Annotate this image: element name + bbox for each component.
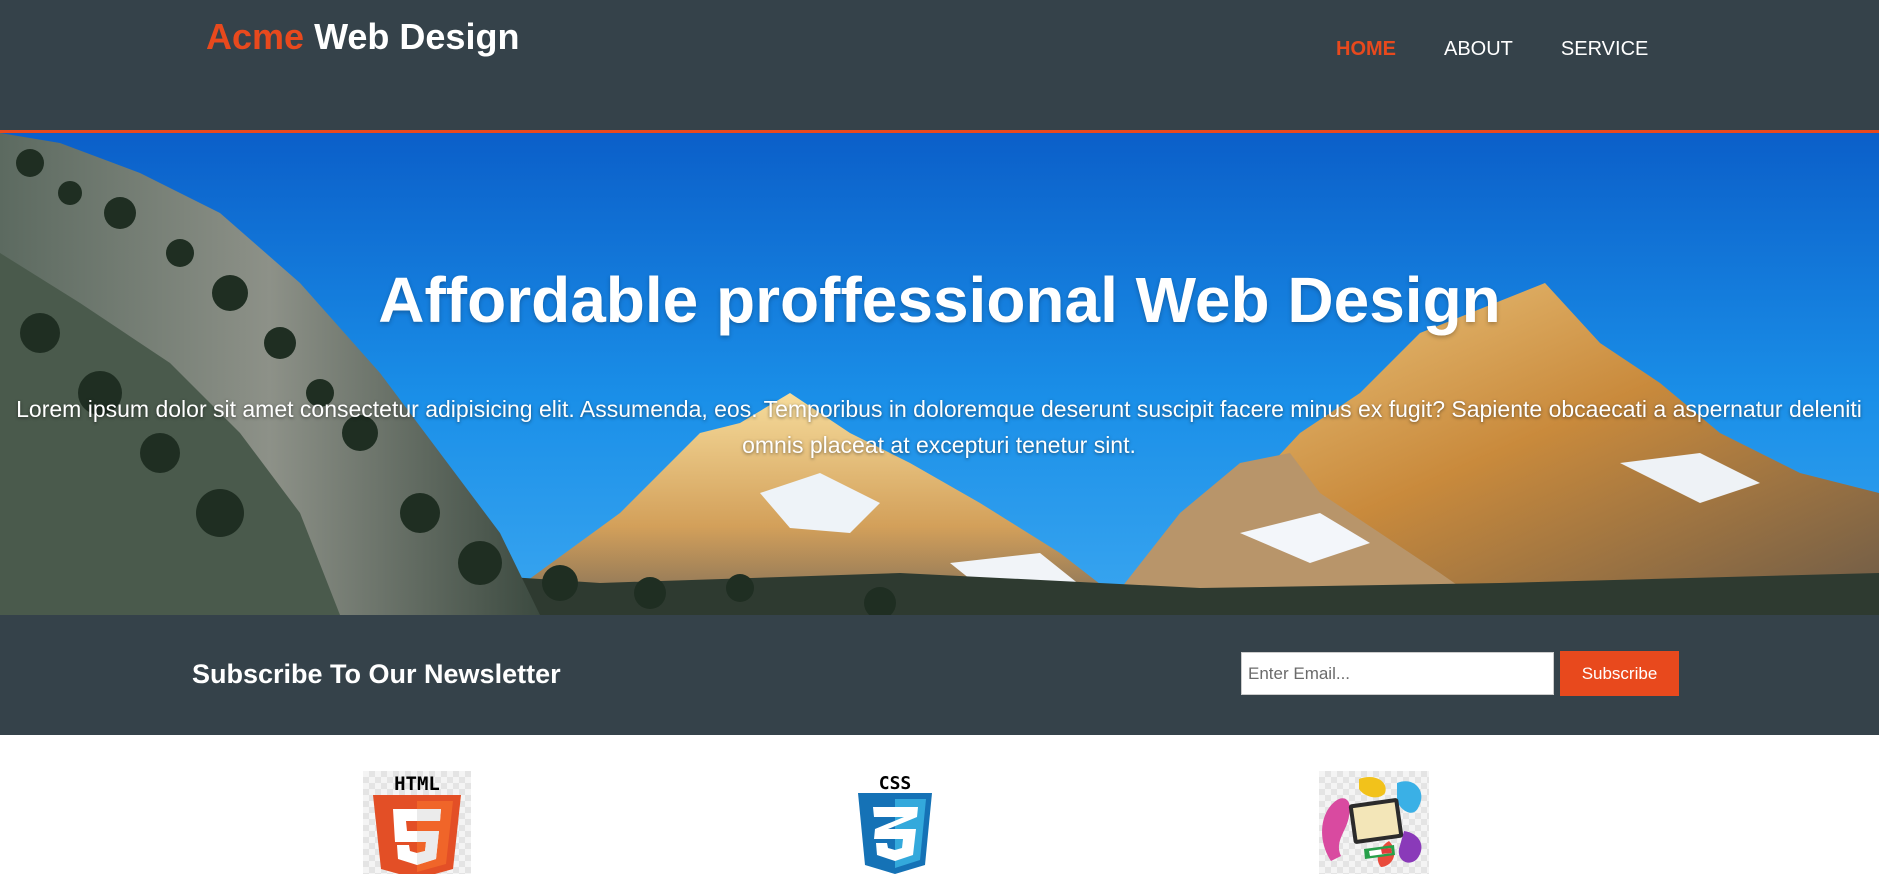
newsletter-section: Subscribe To Our Newsletter Subscribe (0, 615, 1879, 735)
brand-accent-text: Acme (206, 16, 305, 57)
showcase-title: Affordable proffessional Web Design (378, 264, 1501, 336)
main-nav: HOME ABOUT SERVICE (1336, 38, 1648, 61)
brand-logo[interactable]: Acme Web Design (206, 16, 519, 58)
showcase-description: Lorem ipsum dolor sit amet consectetur a… (16, 396, 1862, 458)
nav-link-about[interactable]: ABOUT (1444, 38, 1513, 61)
graphic-design-icon (1319, 771, 1429, 874)
site-header: Acme Web Design HOME ABOUT SERVICE (0, 0, 1879, 133)
showcase-section: Affordable proffessional Web Design Lore… (0, 133, 1879, 615)
email-input[interactable] (1241, 652, 1554, 695)
brand-rest-text: Web Design (304, 16, 520, 57)
css3-logo-icon: CSS (856, 771, 934, 874)
boxes-section: HTML CSS (0, 735, 1879, 879)
newsletter-heading: Subscribe To Our Newsletter (192, 659, 561, 689)
nav-link-service[interactable]: SERVICE (1561, 38, 1648, 61)
nav-link-home[interactable]: HOME (1336, 38, 1396, 61)
subscribe-button[interactable]: Subscribe (1560, 651, 1679, 696)
html5-logo-label: HTML (394, 773, 440, 795)
mountain-background-image (0, 133, 1879, 615)
css3-logo-label: CSS (879, 773, 912, 794)
html5-logo-icon: HTML (363, 771, 471, 879)
